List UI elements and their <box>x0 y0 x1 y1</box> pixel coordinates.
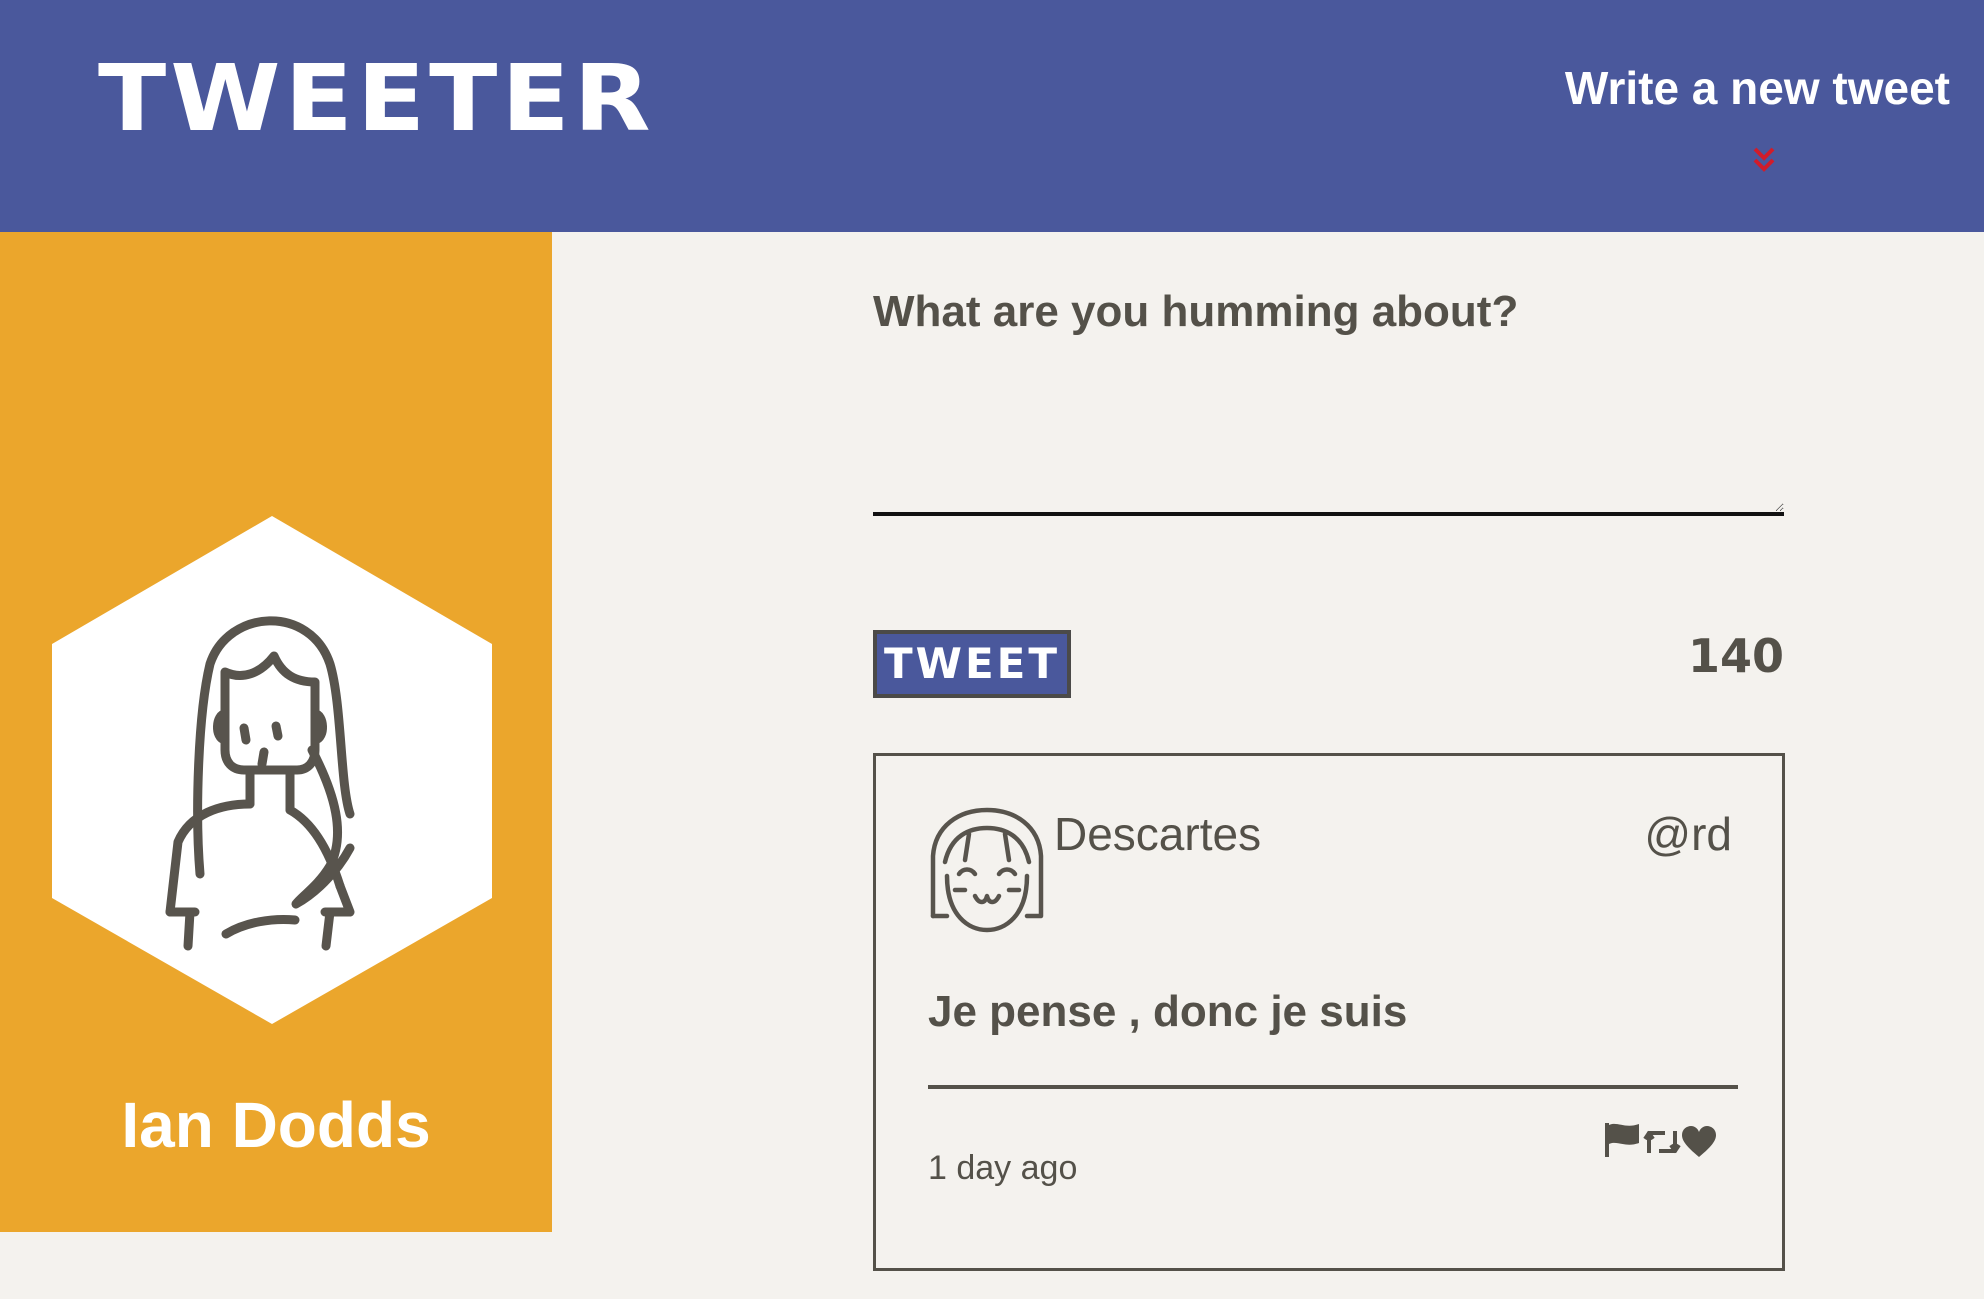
heart-icon[interactable] <box>1681 1125 1717 1164</box>
tweet-card: Descartes @rd Je pense , donc je suis 1 … <box>873 753 1785 1271</box>
retweet-icon[interactable] <box>1643 1125 1681 1164</box>
tweet-actions <box>1603 1121 1717 1164</box>
tweet-content: Je pense , donc je suis <box>928 987 1408 1036</box>
char-counter: 140 <box>1687 629 1784 683</box>
tweet-author-handle[interactable]: @rd <box>1644 806 1732 862</box>
profile-name: Ian Dodds <box>121 1089 431 1161</box>
smiling-girl-avatar-icon <box>930 807 1044 933</box>
write-new-tweet-toggle[interactable]: Write a new tweet <box>1565 60 1950 116</box>
tweet-submit-button[interactable]: TWEET <box>873 630 1071 698</box>
double-chevron-down-icon[interactable] <box>1752 146 1776 174</box>
profile-sidebar: Ian Dodds <box>0 232 552 1232</box>
tweet-timestamp: 1 day ago <box>928 1149 1078 1187</box>
flag-icon[interactable] <box>1603 1121 1643 1164</box>
tweet-textarea[interactable] <box>873 370 1784 516</box>
top-nav-bar: TWEETER Write a new tweet <box>0 0 1984 232</box>
woman-avatar-icon <box>52 516 492 1024</box>
tweet-divider <box>928 1085 1738 1089</box>
tweet-author-name[interactable]: Descartes <box>1054 806 1261 862</box>
app-logo[interactable]: TWEETER <box>98 48 655 149</box>
compose-prompt: What are you humming about? <box>873 287 1519 336</box>
